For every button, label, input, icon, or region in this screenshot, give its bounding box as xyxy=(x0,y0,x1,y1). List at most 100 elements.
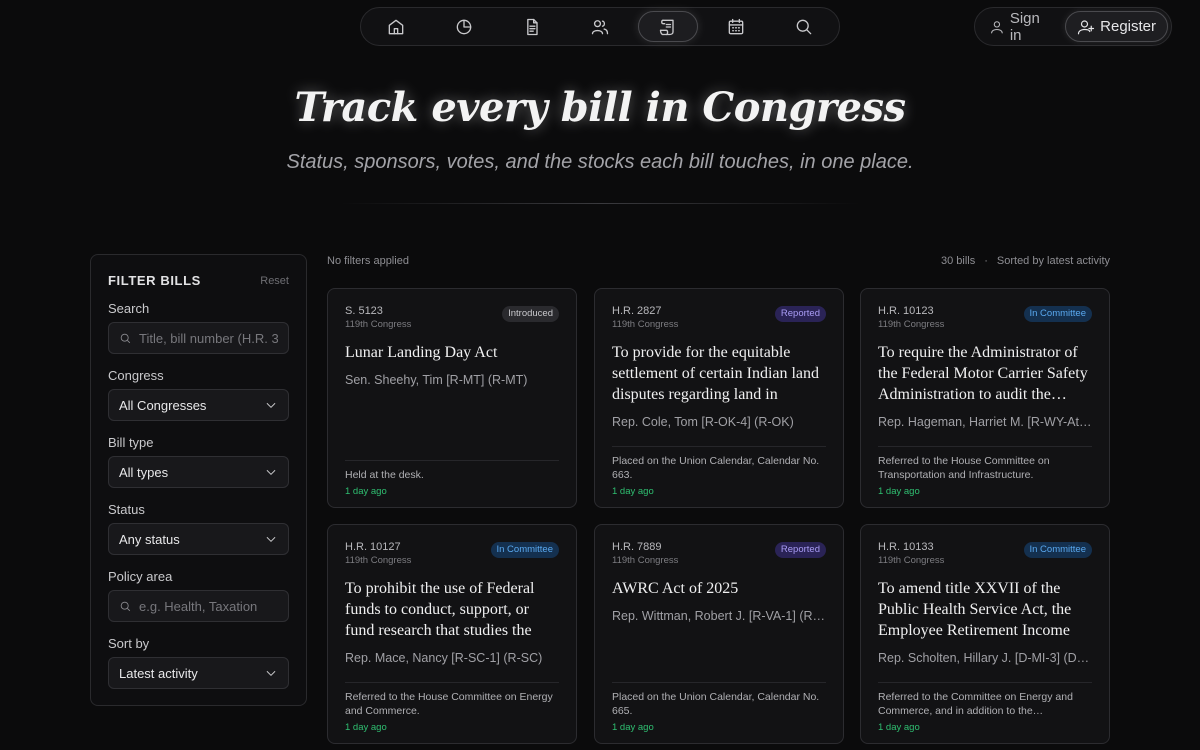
bill-sponsor: Rep. Wittman, Robert J. [R-VA-1] (R-… xyxy=(612,609,826,623)
nav-search[interactable] xyxy=(774,11,834,42)
latest-action-text: Referred to the House Committee on Energ… xyxy=(345,691,553,717)
bill-title: To prohibit the use of Federal funds to … xyxy=(345,580,535,639)
filter-panel: FILTER BILLS Reset Search Title, bill nu… xyxy=(90,254,307,706)
latest-action-text: Referred to the Committee on Energy and … xyxy=(878,691,1073,717)
sign-in-button[interactable]: Sign in xyxy=(978,9,1061,44)
latest-action-text: Placed on the Union Calendar, Calendar N… xyxy=(612,691,820,717)
activity-time: 1 day ago xyxy=(345,486,387,497)
bill-sponsor: Sen. Sheehy, Tim [R-MT] (R-MT) xyxy=(345,373,528,387)
status-badge: Reported xyxy=(774,306,826,322)
sort-description: Sorted by latest activity xyxy=(996,255,1110,267)
policy-area-input[interactable]: e.g. Health, Taxation xyxy=(108,590,289,622)
sort-by-label: Sort by xyxy=(108,636,150,651)
bill-latest-action: Referred to the House Committee on Trans… xyxy=(878,446,1092,497)
nav-bills[interactable] xyxy=(638,11,698,42)
bill-card[interactable]: H.R. 7889 119th Congress Reported AWRC A… xyxy=(594,524,844,744)
filter-title: FILTER BILLS xyxy=(108,273,201,288)
bill-type-label: Bill type xyxy=(108,435,154,450)
bill-sponsor: Rep. Hageman, Harriet M. [R-WY-At… xyxy=(878,415,1092,429)
bill-card[interactable]: H.R. 10123 119th Congress In Committee T… xyxy=(860,288,1110,508)
status-badge: In Committee xyxy=(1023,306,1092,322)
bill-sponsor: Rep. Cole, Tom [R-OK-4] (R-OK) xyxy=(612,415,794,429)
search-placeholder: Title, bill number (H.R. 30 xyxy=(139,330,278,346)
bill-sponsor: Rep. Mace, Nancy [R-SC-1] (R-SC) xyxy=(345,651,543,665)
status-select[interactable]: Any status xyxy=(108,523,289,555)
home-icon xyxy=(388,19,404,34)
users-icon xyxy=(591,19,609,34)
scroll-icon xyxy=(659,19,674,35)
bill-card[interactable]: H.R. 10133 119th Congress In Committee T… xyxy=(860,524,1110,744)
nav-stats[interactable] xyxy=(434,11,494,42)
search-icon xyxy=(120,333,131,343)
nav-calendar[interactable] xyxy=(706,11,766,42)
results-summary: 30 bills · Sorted by latest activity xyxy=(941,255,1110,267)
nav-home[interactable] xyxy=(366,11,426,42)
search-icon xyxy=(796,19,812,34)
nav-people[interactable] xyxy=(570,11,630,42)
status-value: Any status xyxy=(119,531,180,547)
chevron-down-icon xyxy=(266,536,276,542)
search-label: Search xyxy=(108,301,150,316)
activity-time: 1 day ago xyxy=(612,722,654,733)
latest-action-text: Held at the desk. xyxy=(345,468,424,481)
bill-latest-action: Referred to the House Committee on Energ… xyxy=(345,682,559,733)
bill-title: To amend title XXVII of the Public Healt… xyxy=(878,580,1072,639)
policy-area-label: Policy area xyxy=(108,569,173,584)
bill-card[interactable]: S. 5123 119th Congress Introduced Lunar … xyxy=(327,288,577,508)
activity-time: 1 day ago xyxy=(878,486,920,497)
status-label: Status xyxy=(108,502,145,517)
latest-action-text: Referred to the House Committee on Trans… xyxy=(878,455,1050,481)
document-icon xyxy=(527,18,538,35)
chevron-down-icon xyxy=(266,402,276,408)
user-icon xyxy=(991,20,1003,33)
policy-area-placeholder: e.g. Health, Taxation xyxy=(139,598,258,614)
auth-nav: Sign in Register xyxy=(974,7,1172,46)
search-input[interactable]: Title, bill number (H.R. 30 xyxy=(108,322,289,354)
nav-documents[interactable] xyxy=(502,11,562,42)
bill-card[interactable]: H.R. 10127 119th Congress In Committee T… xyxy=(327,524,577,744)
calendar-icon xyxy=(728,18,744,34)
filter-header: FILTER BILLS Reset xyxy=(108,273,289,288)
congress-value: All Congresses xyxy=(119,397,207,413)
register-label: Register xyxy=(1100,18,1156,35)
main-nav xyxy=(360,7,840,46)
bill-sponsor: Rep. Scholten, Hillary J. [D-MI-3] (D-… xyxy=(878,651,1092,665)
sort-by-select[interactable]: Latest activity xyxy=(108,657,289,689)
user-plus-icon xyxy=(1078,19,1095,34)
hero-subtitle: Status, sponsors, votes, and the stocks … xyxy=(286,151,914,173)
bill-card[interactable]: H.R. 2827 119th Congress Reported To pro… xyxy=(594,288,844,508)
reset-filters-button[interactable]: Reset xyxy=(260,275,289,287)
pie-chart-icon xyxy=(456,19,472,34)
status-badge: In Committee xyxy=(1023,542,1092,558)
bill-title: To provide for the equitable settlement … xyxy=(612,344,820,403)
congress-select[interactable]: All Congresses xyxy=(108,389,289,421)
bill-latest-action: Referred to the Committee on Energy and … xyxy=(878,682,1092,733)
chevron-down-icon xyxy=(266,469,276,475)
sort-by-value: Latest activity xyxy=(119,665,198,681)
hero-divider xyxy=(340,203,860,204)
bill-title: Lunar Landing Day Act xyxy=(345,344,498,361)
chevron-down-icon xyxy=(266,670,276,676)
status-badge: Reported xyxy=(774,542,826,558)
register-button[interactable]: Register xyxy=(1065,11,1168,42)
congress-label: Congress xyxy=(108,368,164,383)
activity-time: 1 day ago xyxy=(878,722,920,733)
status-badge: In Committee xyxy=(490,542,559,558)
bill-title: To require the Administrator of the Fede… xyxy=(878,344,1088,403)
bill-latest-action: Held at the desk. 1 day ago xyxy=(345,459,559,497)
search-icon xyxy=(120,601,131,611)
bill-latest-action: Placed on the Union Calendar, Calendar N… xyxy=(612,682,826,733)
bill-latest-action: Placed on the Union Calendar, Calendar N… xyxy=(612,446,826,497)
bill-title: AWRC Act of 2025 xyxy=(612,580,739,597)
filters-applied-text: No filters applied xyxy=(327,255,409,267)
sign-in-label: Sign in xyxy=(1009,9,1040,44)
bill-type-value: All types xyxy=(119,464,169,480)
latest-action-text: Placed on the Union Calendar, Calendar N… xyxy=(612,455,820,481)
summary-separator: · xyxy=(984,255,988,267)
bill-type-select[interactable]: All types xyxy=(108,456,289,488)
hero-title: Track every bill in Congress xyxy=(294,84,906,131)
activity-time: 1 day ago xyxy=(345,722,387,733)
activity-time: 1 day ago xyxy=(612,486,654,497)
bill-count: 30 bills xyxy=(940,255,976,267)
status-badge: Introduced xyxy=(502,306,559,322)
